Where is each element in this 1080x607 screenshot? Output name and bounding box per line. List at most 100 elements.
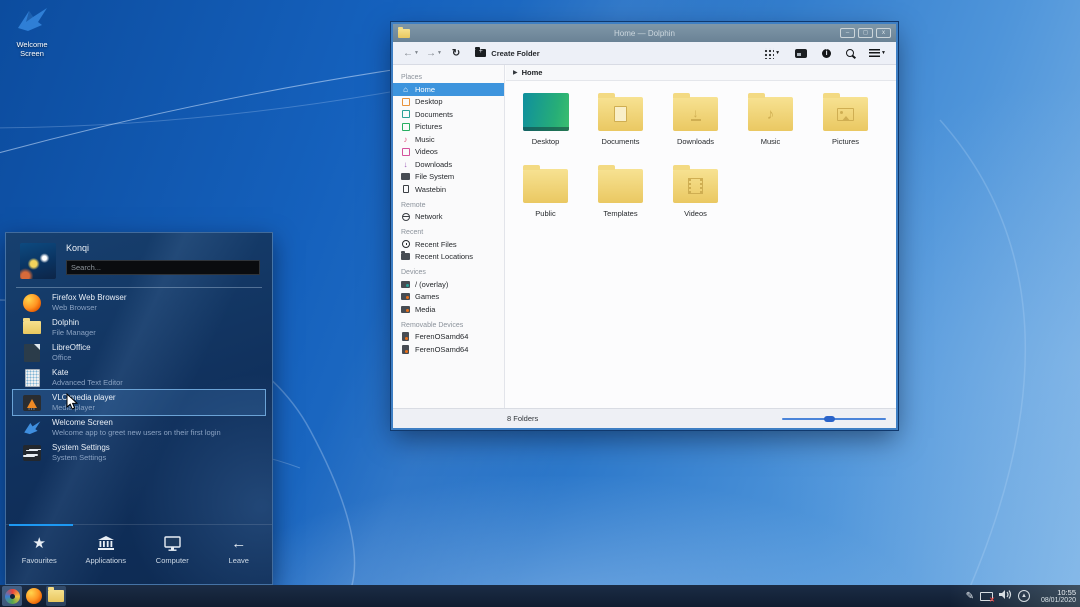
downloads-icon: ↓	[403, 159, 408, 169]
usb-drive-icon	[401, 332, 410, 342]
chevron-down-icon: ▼	[414, 50, 419, 56]
places-item-wastebin[interactable]: Wastebin	[393, 183, 504, 196]
network-disconnected-icon[interactable]	[980, 591, 995, 604]
taskbar-dolphin-button[interactable]	[46, 586, 66, 606]
file-desktop[interactable]: Desktop	[508, 87, 583, 159]
chevron-down-icon: ▼	[436, 50, 442, 56]
places-item-recent-locations[interactable]: Recent Locations	[393, 251, 504, 264]
file-templates[interactable]: Templates	[583, 159, 658, 231]
dolphin-window: Home — Dolphin – ◻ x ←▼ →▼ ↻ Create Fold…	[393, 24, 896, 428]
maximize-button[interactable]: ◻	[858, 28, 873, 38]
app-launcher-button[interactable]	[2, 586, 22, 606]
places-item-pictures[interactable]: Pictures	[393, 121, 504, 134]
folder-clock-icon	[401, 251, 410, 261]
folder-icon	[523, 165, 568, 203]
refresh-button[interactable]: ↻	[452, 48, 460, 59]
hamburger-icon	[869, 49, 881, 57]
hard-drive-icon	[401, 292, 410, 301]
monitor-icon	[164, 534, 181, 552]
stylus-tool-icon[interactable]: ✎	[966, 591, 974, 602]
minimize-button[interactable]: –	[840, 28, 855, 38]
menu-tab-bar: ★ Favourites Applications Computer ← Lea…	[6, 524, 272, 584]
places-item-overlay[interactable]: / (overlay)	[393, 278, 504, 291]
places-item-videos[interactable]: Videos	[393, 146, 504, 159]
user-avatar[interactable]	[20, 243, 56, 279]
search-button[interactable]	[846, 49, 855, 57]
breadcrumb[interactable]: ▶ Home	[506, 65, 896, 81]
vlc-icon	[22, 393, 42, 413]
places-item-recent-files[interactable]: Recent Files	[393, 238, 504, 251]
taskbar-firefox-button[interactable]	[24, 586, 44, 606]
file-music[interactable]: ♪ Music	[733, 87, 808, 159]
application-launcher-menu: Konqi Firefox Web BrowserWeb Browser Dol…	[5, 232, 273, 585]
file-pictures[interactable]: Pictures	[808, 87, 883, 159]
home-icon: ⌂	[403, 84, 408, 94]
places-item-ferenos-1[interactable]: FerenOSamd64	[393, 331, 504, 344]
volume-icon[interactable]	[999, 587, 1012, 605]
favourites-list: Firefox Web Browser Web Browser Dolphin Fi…	[6, 290, 272, 465]
digital-clock[interactable]: 10:55 08/01/2020	[1041, 585, 1076, 607]
star-icon: ★	[32, 535, 46, 552]
file-videos[interactable]: Videos	[658, 159, 733, 231]
system-tray: ✎ ▲	[966, 585, 1030, 607]
removable-section-title: Removable Devices	[401, 321, 464, 329]
places-item-ferenos-2[interactable]: FerenOSamd64	[393, 343, 504, 356]
app-item-dolphin[interactable]: Dolphin File Manager	[6, 315, 272, 340]
places-item-file-system[interactable]: File System	[393, 171, 504, 184]
back-icon: ←	[403, 47, 413, 59]
preview-button[interactable]	[795, 48, 808, 58]
desktop-icon-label: Welcome Screen	[16, 40, 48, 58]
app-item-firefox[interactable]: Firefox Web Browser Web Browser	[6, 290, 272, 315]
status-bar: 8 Folders	[393, 408, 896, 428]
app-item-libreoffice[interactable]: LibreOffice Office	[6, 340, 272, 365]
titlebar[interactable]: Home — Dolphin – ◻ x	[393, 24, 896, 42]
breadcrumb-home[interactable]: Home	[522, 68, 543, 77]
toolbar: ←▼ →▼ ↻ Create Folder ▼ i ▼	[393, 42, 896, 65]
file-documents[interactable]: Documents	[583, 87, 658, 159]
zoom-slider[interactable]	[782, 414, 886, 424]
downloads-folder-icon: ↓	[673, 93, 718, 131]
file-public[interactable]: Public	[508, 159, 583, 231]
app-item-system-settings[interactable]: System Settings System Settings	[6, 440, 272, 465]
places-item-music[interactable]: ♪ Music	[393, 133, 504, 146]
places-item-media[interactable]: Media	[393, 303, 504, 316]
close-button[interactable]: x	[876, 28, 891, 38]
places-item-network[interactable]: Network	[393, 211, 504, 224]
zoom-slider-handle[interactable]	[823, 416, 835, 422]
folder-icon	[48, 587, 64, 602]
back-button[interactable]: ← ▼	[403, 48, 419, 59]
app-item-welcome-screen[interactable]: Welcome Screen Welcome app to greet new u…	[6, 415, 272, 440]
search-input[interactable]	[66, 260, 260, 275]
desktop-icon-welcome-screen[interactable]: Welcome Screen	[2, 6, 62, 58]
chevron-down-icon: ▼	[881, 50, 886, 56]
file-view[interactable]: Desktop Documents ↓ Downloads ♪ Music Pi…	[506, 81, 896, 408]
bank-building-icon	[97, 534, 114, 552]
notifications-icon[interactable]: ▲	[1018, 590, 1030, 602]
kate-icon	[22, 368, 42, 388]
breadcrumb-caret-icon[interactable]: ▶	[513, 69, 518, 76]
places-panel: Places ⌂ Home Desktop Documents Pictures …	[393, 65, 505, 408]
app-item-kate[interactable]: Kate Advanced Text Editor	[6, 365, 272, 390]
menu-button[interactable]: ▼	[869, 49, 886, 57]
icon-view-icon	[763, 47, 775, 59]
tab-computer[interactable]: Computer	[139, 534, 206, 584]
places-item-documents[interactable]: Documents	[393, 108, 504, 121]
app-item-vlc[interactable]: VLC media playerMedia player	[12, 389, 266, 416]
music-folder-icon: ♪	[748, 93, 793, 131]
places-item-desktop[interactable]: Desktop	[393, 96, 504, 109]
places-item-home[interactable]: ⌂ Home	[393, 83, 504, 96]
file-downloads[interactable]: ↓ Downloads	[658, 87, 733, 159]
places-item-games[interactable]: Games	[393, 291, 504, 304]
create-folder-button[interactable]: Create Folder	[475, 47, 540, 58]
tab-leave[interactable]: ← Leave	[206, 534, 273, 584]
forward-button[interactable]: → ▼	[426, 48, 442, 59]
tab-applications[interactable]: Applications	[73, 534, 140, 584]
hard-drive-icon	[401, 172, 410, 181]
tab-favourites[interactable]: ★ Favourites	[6, 534, 73, 584]
taskbar: ✎ ▲ 10:55 08/01/2020	[0, 585, 1080, 607]
folder-icon	[398, 26, 410, 38]
leave-arrow-icon: ←	[231, 534, 247, 552]
info-button[interactable]: i	[822, 48, 832, 58]
view-mode-button[interactable]: ▼	[763, 47, 780, 59]
places-item-downloads[interactable]: ↓ Downloads	[393, 158, 504, 171]
